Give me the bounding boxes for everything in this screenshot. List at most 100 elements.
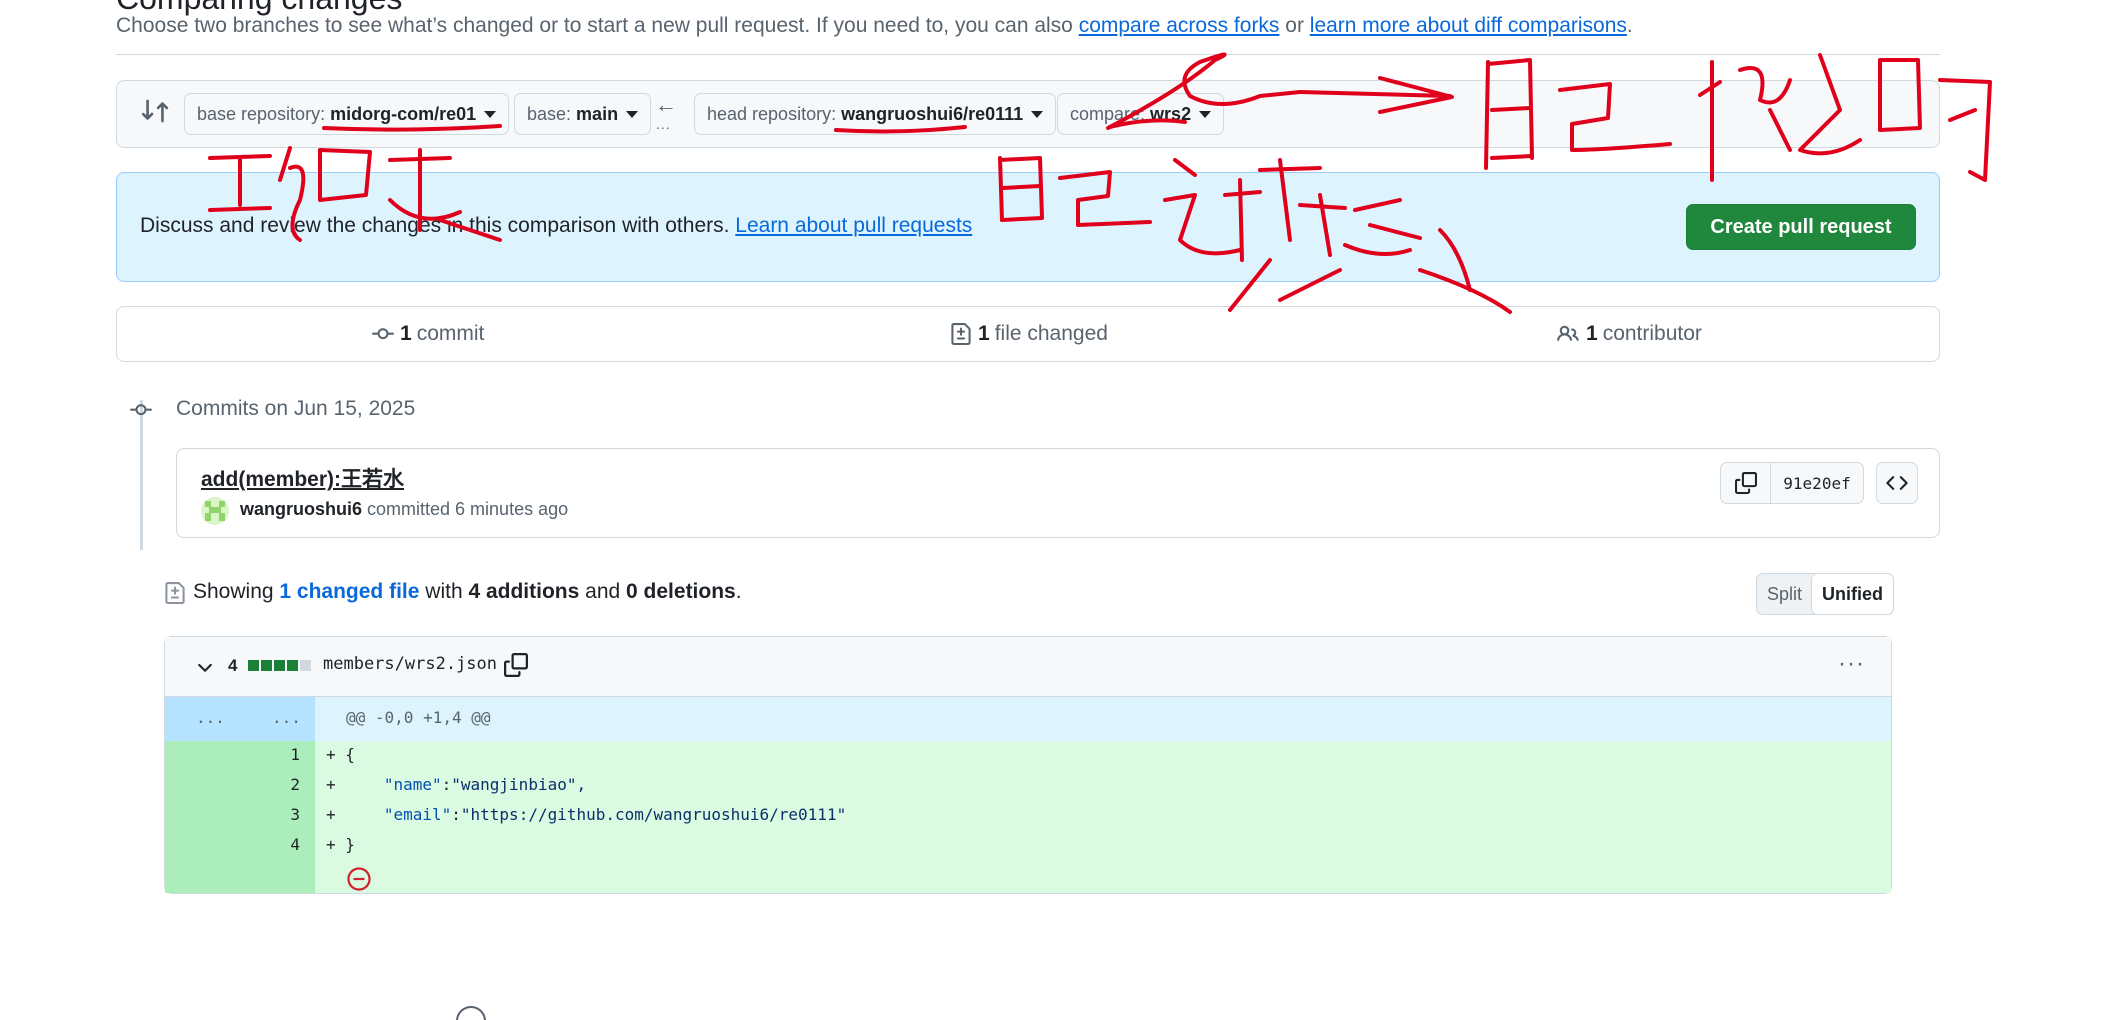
base-repository-label: base repository: <box>197 103 326 124</box>
page-subtitle: Choose two branches to see what’s change… <box>116 14 1633 38</box>
commit-title-link[interactable]: add(member):王若水 <box>201 463 404 493</box>
commit-list-item <box>176 448 1940 538</box>
code-icon <box>1886 476 1908 490</box>
code-text: { <box>335 745 355 764</box>
browse-repository-button[interactable] <box>1876 462 1918 504</box>
learn-pull-requests-link[interactable]: Learn about pull requests <box>735 214 972 237</box>
swap-arrow-icon[interactable]: ← <box>655 92 677 118</box>
footer-logo-icon <box>456 1006 486 1020</box>
caret-down-icon <box>626 110 639 118</box>
code-line: + "email":"https://github.com/wangruoshu… <box>326 805 846 824</box>
chevron-down-icon[interactable] <box>194 657 216 679</box>
base-repository-value: midorg-com/re01 <box>330 103 477 124</box>
json-value: "wangjinbiao", <box>451 775 587 794</box>
diff-comparisons-link[interactable]: learn more about diff comparisons <box>1310 14 1627 37</box>
commit-sha-link[interactable]: 91e20ef <box>1771 463 1863 503</box>
files-changed-stat[interactable]: 1 file changed <box>950 322 1108 346</box>
unified-view-button[interactable]: Unified <box>1811 573 1895 615</box>
diffstat-add-block <box>287 660 298 671</box>
line-number[interactable]: 4 <box>270 835 300 854</box>
expand-new-dots[interactable]: ... <box>272 708 301 727</box>
subtitle-or: or <box>1279 14 1310 37</box>
commits-date-header: Commits on Jun 15, 2025 <box>176 397 416 420</box>
diff-line-count: 4 <box>228 656 238 675</box>
head-repository-select[interactable]: head repository: wangruoshui6/re0111 <box>694 93 1057 135</box>
line-number[interactable]: 2 <box>270 775 300 794</box>
code-line: + { <box>326 745 355 764</box>
json-value: "https://github.com/wangruoshui6/re0111" <box>460 805 847 824</box>
split-view-button[interactable]: Split <box>1757 574 1812 614</box>
base-repository-select[interactable]: base repository: midorg-com/re01 <box>184 93 510 135</box>
kebab-menu-icon[interactable]: ··· <box>1838 650 1865 678</box>
summary-end: . <box>735 580 742 603</box>
caret-down-icon <box>1031 110 1044 118</box>
banner-text: Discuss and review the changes in this c… <box>140 214 972 238</box>
additions-count: 4 additions <box>468 580 580 603</box>
diffstat-add-block <box>248 660 259 671</box>
files-label: file changed <box>994 322 1108 345</box>
subtitle-period: . <box>1626 14 1633 37</box>
summary-prefix: Showing <box>193 580 280 603</box>
compare-branch-select[interactable]: compare: wrs2 <box>1057 93 1225 135</box>
line-number[interactable]: 3 <box>270 805 300 824</box>
diff-filename-link[interactable]: members/wrs2.json <box>323 654 497 674</box>
summary-and: and <box>579 580 627 603</box>
commit-sha-group: 91e20ef <box>1720 462 1864 504</box>
create-pull-request-button[interactable]: Create pull request <box>1686 204 1916 250</box>
json-key: "email" <box>383 805 452 824</box>
subtitle-text: Choose two branches to see what’s change… <box>116 14 1079 37</box>
commit-meta: wangruoshui6 committed 6 minutes ago <box>240 499 568 520</box>
commits-stat[interactable]: 1 commit <box>372 322 484 346</box>
commits-count: 1 <box>400 322 412 345</box>
copy-icon[interactable] <box>504 653 528 677</box>
head-repository-value: wangruoshui6/re0111 <box>841 103 1024 124</box>
plus-sign: + <box>326 835 336 854</box>
code-line: + } <box>326 835 355 854</box>
json-sep: : <box>441 775 452 794</box>
code-line: + "name":"wangjinbiao", <box>326 775 586 794</box>
head-repository-label: head repository: <box>707 103 837 124</box>
line-number[interactable]: 1 <box>270 745 300 764</box>
changed-files-toggle[interactable]: 1 changed file <box>279 580 419 603</box>
divider <box>116 54 1940 55</box>
files-count: 1 <box>978 322 990 345</box>
base-branch-value: main <box>576 103 619 124</box>
copy-sha-button[interactable] <box>1721 463 1771 503</box>
expand-old-dots[interactable]: ... <box>196 708 225 727</box>
diff-summary: Showing 1 changed file with 4 additions … <box>193 580 742 604</box>
identicon-icon <box>205 501 225 521</box>
summary-with: with <box>419 580 469 603</box>
compare-branch-label: compare: <box>1070 103 1146 124</box>
diffstat-bar <box>248 660 311 671</box>
compare-across-forks-link[interactable]: compare across forks <box>1079 14 1280 37</box>
commit-icon <box>372 328 394 340</box>
plus-sign: + <box>326 745 336 764</box>
plus-sign: + <box>326 775 336 794</box>
file-diff-icon <box>951 323 971 345</box>
json-sep: : <box>451 805 461 824</box>
caret-down-icon <box>1199 110 1212 118</box>
contributors-count: 1 <box>1586 322 1598 345</box>
commit-icon <box>130 404 152 416</box>
hunk-header-text: @@ -0,0 +1,4 @@ <box>346 708 491 727</box>
swap-dots: ... <box>656 116 671 132</box>
contributors-label: contributor <box>1602 322 1702 345</box>
compare-icon <box>141 99 169 123</box>
json-key: "name" <box>383 775 442 794</box>
contributors-stat[interactable]: 1 contributor <box>1556 322 1702 346</box>
code-text: } <box>335 835 355 854</box>
banner-message: Discuss and review the changes in this c… <box>140 214 736 237</box>
copy-icon <box>1734 472 1757 494</box>
people-icon <box>1557 325 1579 341</box>
caret-down-icon <box>484 110 497 118</box>
base-branch-select[interactable]: base: main <box>514 93 652 135</box>
no-newline-icon <box>347 867 371 891</box>
diff-view-toggle: Split Unified <box>1756 573 1895 615</box>
commits-label: commit <box>416 322 485 345</box>
deletions-count: 0 deletions <box>626 580 736 603</box>
compare-branch-value: wrs2 <box>1150 103 1192 124</box>
avatar[interactable] <box>201 497 229 525</box>
base-branch-label: base: <box>527 103 572 124</box>
commit-author-link[interactable]: wangruoshui6 <box>240 499 362 519</box>
